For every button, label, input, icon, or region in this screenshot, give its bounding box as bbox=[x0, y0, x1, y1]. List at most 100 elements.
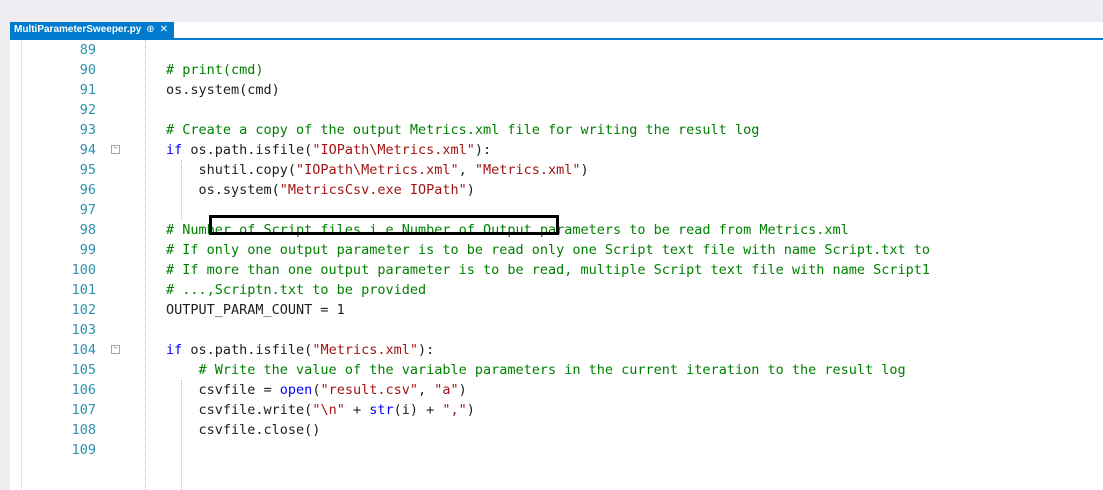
code-token-comment: # If only one output parameter is to be … bbox=[166, 242, 931, 258]
code-token-plain: + bbox=[344, 402, 370, 418]
code-token-plain: ) bbox=[466, 182, 475, 198]
code-token-plain: , bbox=[418, 382, 435, 398]
indent-guide bbox=[181, 380, 182, 490]
code-line[interactable]: 96 os.system("MetricsCsv.exe IOPath") bbox=[10, 180, 1103, 200]
code-token-plain: , bbox=[458, 162, 475, 178]
code-text: # If more than one output parameter is t… bbox=[166, 260, 930, 280]
code-text: csvfile = open("result.csv", "a") bbox=[166, 380, 467, 400]
close-icon[interactable]: ✕ bbox=[160, 22, 168, 38]
line-number: 104 bbox=[71, 342, 96, 358]
indent-guide bbox=[181, 160, 182, 220]
code-line[interactable]: 94 if os.path.isfile("IOPath\Metrics.xml"… bbox=[10, 140, 1103, 160]
code-text: # Create a copy of the output Metrics.xm… bbox=[166, 120, 759, 140]
code-text: if os.path.isfile("IOPath\Metrics.xml"): bbox=[166, 140, 491, 160]
code-token-string: "Metrics.xml" bbox=[474, 162, 581, 178]
code-text: # Write the value of the variable parame… bbox=[166, 360, 906, 380]
code-token-comment: # If more than one output parameter is t… bbox=[166, 262, 931, 278]
code-token-string: "result.csv" bbox=[320, 382, 418, 398]
code-line[interactable]: 89 bbox=[10, 40, 1103, 60]
code-token-plain: ): bbox=[474, 142, 492, 158]
code-text: # If only one output parameter is to be … bbox=[166, 240, 930, 260]
line-number: 102 bbox=[71, 302, 96, 318]
line-number: 103 bbox=[71, 322, 96, 338]
code-token-string: "MetricsCsv.exe IOPath" bbox=[279, 182, 467, 198]
code-text: if os.path.isfile("Metrics.xml"): bbox=[166, 340, 434, 360]
code-text: shutil.copy("IOPath\Metrics.xml", "Metri… bbox=[166, 160, 589, 180]
code-text: # ...,Scriptn.txt to be provided bbox=[166, 280, 426, 300]
line-number: 101 bbox=[71, 282, 96, 298]
code-line[interactable]: 105 # Write the value of the variable pa… bbox=[10, 360, 1103, 380]
code-token-plain: OUTPUT_PARAM_COUNT = 1 bbox=[166, 302, 345, 318]
line-number: 109 bbox=[71, 442, 96, 458]
code-token-keyword: if bbox=[166, 342, 183, 358]
code-line[interactable]: 92 bbox=[10, 100, 1103, 120]
collapse-toggle-icon[interactable] bbox=[111, 345, 120, 354]
code-line[interactable]: 100 # If more than one output parameter i… bbox=[10, 260, 1103, 280]
code-line[interactable]: 103 bbox=[10, 320, 1103, 340]
code-token-plain: os.path.isfile( bbox=[182, 142, 313, 158]
line-number: 107 bbox=[71, 402, 96, 418]
line-number: 108 bbox=[71, 422, 96, 438]
line-number: 105 bbox=[71, 362, 96, 378]
code-line[interactable]: 109 bbox=[10, 440, 1103, 460]
code-token-string: "," bbox=[442, 402, 467, 418]
code-token-comment: # Write the value of the variable parame… bbox=[198, 362, 906, 378]
code-token-plain: ) bbox=[466, 402, 475, 418]
code-token-plain: os.path.isfile( bbox=[182, 342, 313, 358]
tab-filename: MultiParameterSweeper.py bbox=[14, 24, 142, 35]
code-line[interactable]: 107 csvfile.write("\n" + str(i) + ",") bbox=[10, 400, 1103, 420]
code-line[interactable]: 106 csvfile = open("result.csv", "a") bbox=[10, 380, 1103, 400]
code-line[interactable]: 101 # ...,Scriptn.txt to be provided bbox=[10, 280, 1103, 300]
line-number: 90 bbox=[79, 62, 96, 78]
code-line[interactable]: 104 if os.path.isfile("Metrics.xml"): bbox=[10, 340, 1103, 360]
code-text: OUTPUT_PARAM_COUNT = 1 bbox=[166, 300, 345, 320]
code-token-plain: csvfile.write( bbox=[166, 402, 313, 418]
line-number: 99 bbox=[79, 242, 96, 258]
code-token-comment: # Create a copy of the output Metrics.xm… bbox=[166, 122, 760, 138]
indent-guide bbox=[145, 40, 146, 490]
code-text: csvfile.close() bbox=[166, 420, 321, 440]
code-text: os.system(cmd) bbox=[166, 80, 280, 100]
code-text: # print(cmd) bbox=[166, 60, 264, 80]
line-number: 106 bbox=[71, 382, 96, 398]
code-token-string: "a" bbox=[434, 382, 459, 398]
code-token-plain: ) bbox=[580, 162, 589, 178]
code-line[interactable]: 102 OUTPUT_PARAM_COUNT = 1 bbox=[10, 300, 1103, 320]
code-token-string: "IOPath\Metrics.xml" bbox=[296, 162, 459, 178]
code-token-plain: os.system(cmd) bbox=[166, 82, 280, 98]
tab-multiparametersweeper[interactable]: MultiParameterSweeper.py ⊕ ✕ bbox=[10, 22, 175, 38]
line-number: 97 bbox=[79, 202, 96, 218]
code-token-comment: # ...,Scriptn.txt to be provided bbox=[166, 282, 427, 298]
code-token-plain: ) bbox=[458, 382, 467, 398]
code-token-keyword: str bbox=[369, 402, 394, 418]
line-number: 98 bbox=[79, 222, 96, 238]
code-token-string: "IOPath\Metrics.xml" bbox=[312, 142, 475, 158]
code-token-plain: csvfile.close() bbox=[166, 422, 321, 438]
line-number: 95 bbox=[79, 162, 96, 178]
code-line[interactable]: 95 shutil.copy("IOPath\Metrics.xml", "Me… bbox=[10, 160, 1103, 180]
highlight-box bbox=[209, 215, 559, 235]
line-number: 92 bbox=[79, 102, 96, 118]
code-token-plain: csvfile = bbox=[166, 382, 280, 398]
code-token-keyword: if bbox=[166, 142, 183, 158]
code-text: csvfile.write("\n" + str(i) + ",") bbox=[166, 400, 475, 420]
line-number: 100 bbox=[71, 262, 96, 278]
code-line[interactable]: 93 # Create a copy of the output Metrics.… bbox=[10, 120, 1103, 140]
line-number: 89 bbox=[79, 42, 96, 58]
code-line[interactable]: 91 os.system(cmd) bbox=[10, 80, 1103, 100]
code-token-plain: (i) + bbox=[393, 402, 443, 418]
code-line[interactable]: 90 # print(cmd) bbox=[10, 60, 1103, 80]
code-line[interactable]: 99 # If only one output parameter is to b… bbox=[10, 240, 1103, 260]
code-token-string: "Metrics.xml" bbox=[312, 342, 418, 358]
line-number: 94 bbox=[79, 142, 96, 158]
collapse-toggle-icon[interactable] bbox=[111, 145, 120, 154]
editor-window: MultiParameterSweeper.py ⊕ ✕ 89 90 # print… bbox=[10, 22, 1103, 490]
code-token-string: "\n" bbox=[312, 402, 345, 418]
tab-strip: MultiParameterSweeper.py ⊕ ✕ bbox=[10, 22, 1103, 40]
code-token-comment: # print(cmd) bbox=[166, 62, 264, 78]
code-text: os.system("MetricsCsv.exe IOPath") bbox=[166, 180, 475, 200]
code-line[interactable]: 108 csvfile.close() bbox=[10, 420, 1103, 440]
pin-icon[interactable]: ⊕ bbox=[146, 22, 154, 38]
code-token-keyword: open bbox=[279, 382, 313, 398]
